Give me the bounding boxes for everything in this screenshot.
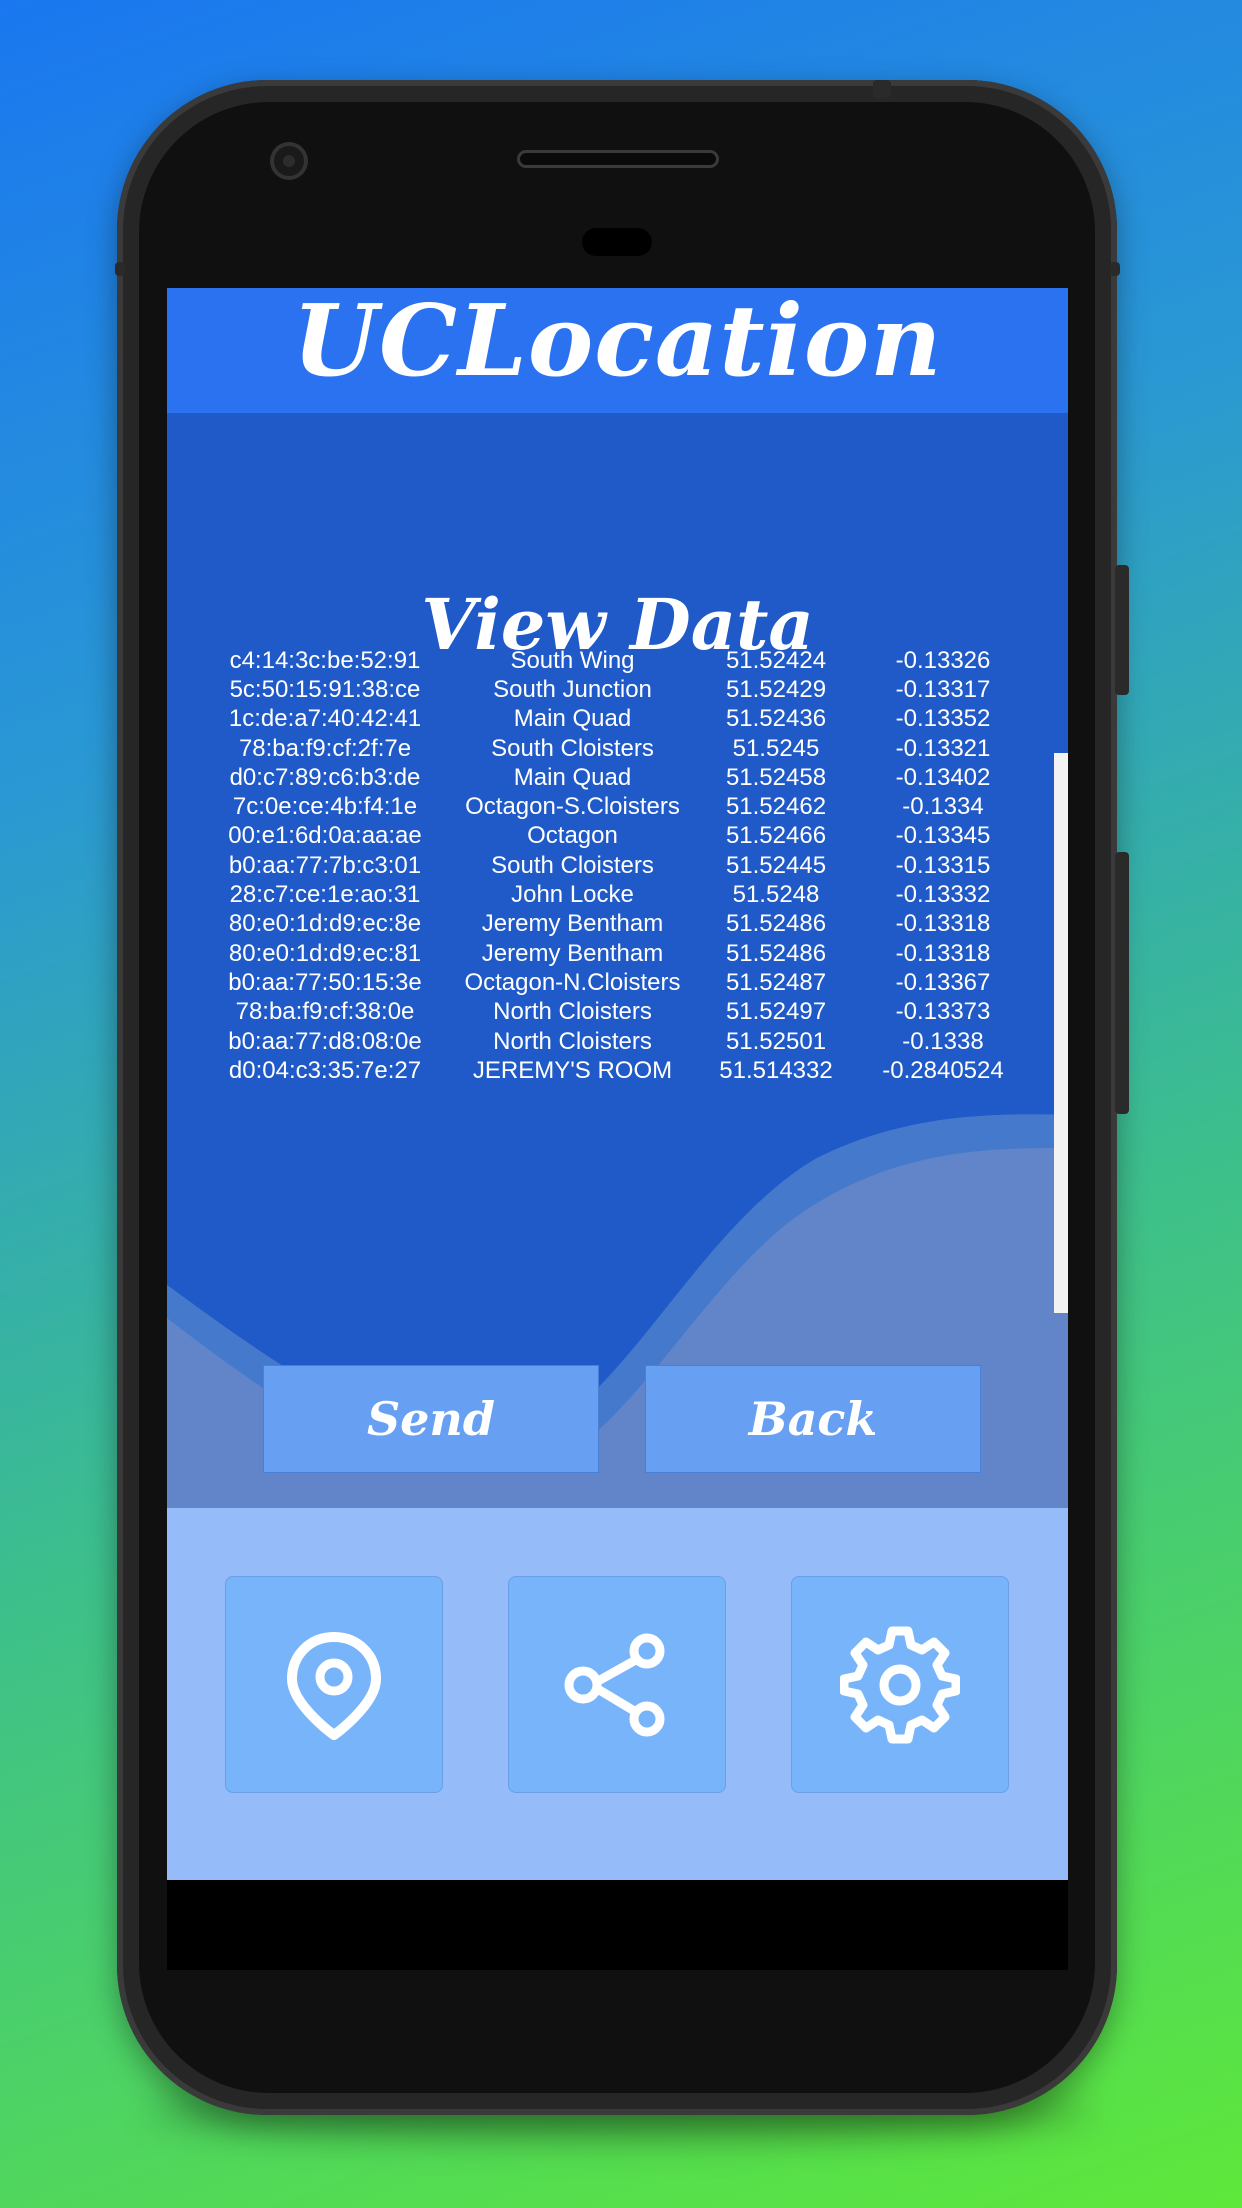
mac-address-cell: c4:14:3c:be:52:91 [229, 646, 421, 674]
latitude-cell: 51.52424 [725, 646, 827, 674]
location-cell: Jeremy Bentham [481, 910, 664, 938]
table-row: 78:ba:f9:cf:2f:7e South Cloisters 51.5245 -… [205, 734, 1034, 763]
longitude-cell: -0.13318 [895, 910, 991, 938]
longitude-cell: -0.13326 [895, 646, 991, 674]
longitude-cell: -0.13318 [895, 939, 991, 967]
table-row: 1c:de:a7:40:42:41 Main Quad 51.52436 -0.133… [205, 705, 1034, 734]
bottom-nav-bar [167, 1508, 1068, 1880]
table-row: 78:ba:f9:cf:38:0e North Cloisters 51.52497… [205, 998, 1034, 1027]
mac-address-cell: b0:aa:77:d8:08:0e [228, 1027, 422, 1055]
nav-button-share[interactable] [508, 1576, 726, 1793]
latitude-cell: 51.52429 [725, 675, 827, 703]
table-row: 80:e0:1d:d9:ec:81 Jeremy Bentham 51.52486 -… [205, 939, 1034, 968]
longitude-cell: -0.2840524 [882, 1056, 1004, 1084]
latitude-cell: 51.52445 [725, 851, 827, 879]
location-cell: Main Quad [513, 763, 632, 791]
mac-address-cell: d0:c7:89:c6:b3:de [229, 763, 421, 791]
table-row: b0:aa:77:50:15:3e Octagon-N.Cloisters 51.5… [205, 968, 1034, 997]
mac-address-cell: b0:aa:77:7b:c3:01 [228, 851, 422, 879]
scrollbar[interactable] [1054, 753, 1068, 1313]
latitude-cell: 51.52436 [725, 705, 827, 733]
mac-address-cell: 1c:de:a7:40:42:41 [228, 705, 422, 733]
longitude-cell: -0.13317 [895, 675, 991, 703]
app-header: UCLocation [167, 288, 1068, 413]
earpiece-speaker [517, 150, 719, 168]
nav-button-location[interactable] [225, 1576, 443, 1793]
mac-address-cell: d0:04:c3:35:7e:27 [228, 1056, 422, 1084]
mac-address-cell: 78:ba:f9:cf:38:0e [235, 998, 415, 1026]
longitude-cell: -0.13367 [895, 968, 991, 996]
table-row: b0:aa:77:d8:08:0e North Cloisters 51.52501… [205, 1027, 1034, 1056]
location-cell: Octagon-N.Cloisters [464, 968, 681, 996]
table-row: d0:c7:89:c6:b3:de Main Quad 51.52458 -0.134… [205, 763, 1034, 792]
longitude-cell: -0.13402 [895, 763, 991, 791]
location-cell: Main Quad [513, 705, 632, 733]
latitude-cell: 51.52501 [725, 1027, 827, 1055]
latitude-cell: 51.52487 [725, 968, 827, 996]
latitude-cell: 51.52486 [725, 939, 827, 967]
longitude-cell: -0.13321 [895, 734, 991, 762]
location-pin-icon [287, 1631, 381, 1740]
location-cell: South Cloisters [491, 734, 654, 762]
power-button [1115, 565, 1129, 695]
location-cell: John Locke [511, 881, 634, 909]
longitude-cell: -0.13332 [895, 881, 991, 909]
volume-button [1115, 852, 1129, 1114]
data-table: c4:14:3c:be:52:91 South Wing 51.52424 -0.13… [205, 646, 1034, 1085]
table-row: 5c:50:15:91:38:ce South Junction 51.52429 -… [205, 675, 1034, 704]
location-cell: Jeremy Bentham [481, 939, 664, 967]
mac-address-cell: 80:e0:1d:d9:ec:81 [228, 939, 422, 967]
bottom-bezel [167, 1880, 1068, 1970]
right-side-marker [1110, 262, 1120, 276]
share-icon [564, 1633, 665, 1736]
nav-button-settings[interactable] [791, 1576, 1009, 1793]
top-side-notch [873, 80, 891, 98]
latitude-cell: 51.52458 [725, 763, 827, 791]
location-cell: Octagon [527, 822, 618, 850]
longitude-cell: -0.13315 [895, 851, 991, 879]
settings-gear-icon [840, 1626, 960, 1743]
mac-address-cell: 78:ba:f9:cf:2f:7e [238, 734, 412, 762]
table-row: d0:04:c3:35:7e:27 JEREMY'S ROOM 51.514332 -… [205, 1056, 1034, 1085]
latitude-cell: 51.5248 [732, 881, 820, 909]
mac-address-cell: 00:e1:6d:0a:aa:ae [228, 822, 422, 850]
location-cell: Octagon-S.Cloisters [465, 793, 680, 821]
latitude-cell: 51.52497 [725, 998, 827, 1026]
proximity-sensor [582, 228, 652, 256]
table-row: b0:aa:77:7b:c3:01 South Cloisters 51.52445… [205, 851, 1034, 880]
location-cell: South Cloisters [491, 851, 654, 879]
latitude-cell: 51.52466 [725, 822, 827, 850]
mac-address-cell: 7c:0e:ce:4b:f4:1e [232, 793, 418, 821]
longitude-cell: -0.13345 [895, 822, 991, 850]
front-camera [270, 142, 308, 180]
latitude-cell: 51.5245 [732, 734, 820, 762]
table-row: 80:e0:1d:d9:ec:8e Jeremy Bentham 51.52486 -… [205, 910, 1034, 939]
app-title: UCLocation [292, 288, 943, 399]
location-cell: North Cloisters [493, 998, 652, 1026]
longitude-cell: -0.1338 [902, 1027, 984, 1055]
mac-address-cell: 80:e0:1d:d9:ec:8e [228, 910, 422, 938]
mac-address-cell: b0:aa:77:50:15:3e [228, 968, 422, 996]
send-button[interactable]: Send [263, 1365, 599, 1473]
left-side-marker [115, 262, 125, 276]
location-cell: South Junction [493, 675, 652, 703]
back-button[interactable]: Back [645, 1365, 981, 1473]
latitude-cell: 51.514332 [719, 1056, 833, 1084]
table-row: c4:14:3c:be:52:91 South Wing 51.52424 -0.13… [205, 646, 1034, 675]
longitude-cell: -0.13373 [895, 998, 991, 1026]
location-cell: North Cloisters [493, 1027, 652, 1055]
table-row: 00:e1:6d:0a:aa:ae Octagon 51.52466 -0.13345 [205, 822, 1034, 851]
longitude-cell: -0.13352 [895, 705, 991, 733]
location-cell: JEREMY'S ROOM [472, 1056, 673, 1084]
mac-address-cell: 5c:50:15:91:38:ce [229, 675, 421, 703]
location-cell: South Wing [510, 646, 635, 674]
table-row: 7c:0e:ce:4b:f4:1e Octagon-S.Cloisters 51.5… [205, 792, 1034, 821]
app-screen: UCLocation Send Back View Data c4:14:3c:… [167, 288, 1068, 1880]
longitude-cell: -0.1334 [902, 793, 984, 821]
table-row: 28:c7:ce:1e:ao:31 John Locke 51.5248 -0.133… [205, 880, 1034, 909]
mac-address-cell: 28:c7:ce:1e:ao:31 [229, 881, 421, 909]
latitude-cell: 51.52462 [725, 793, 827, 821]
latitude-cell: 51.52486 [725, 910, 827, 938]
